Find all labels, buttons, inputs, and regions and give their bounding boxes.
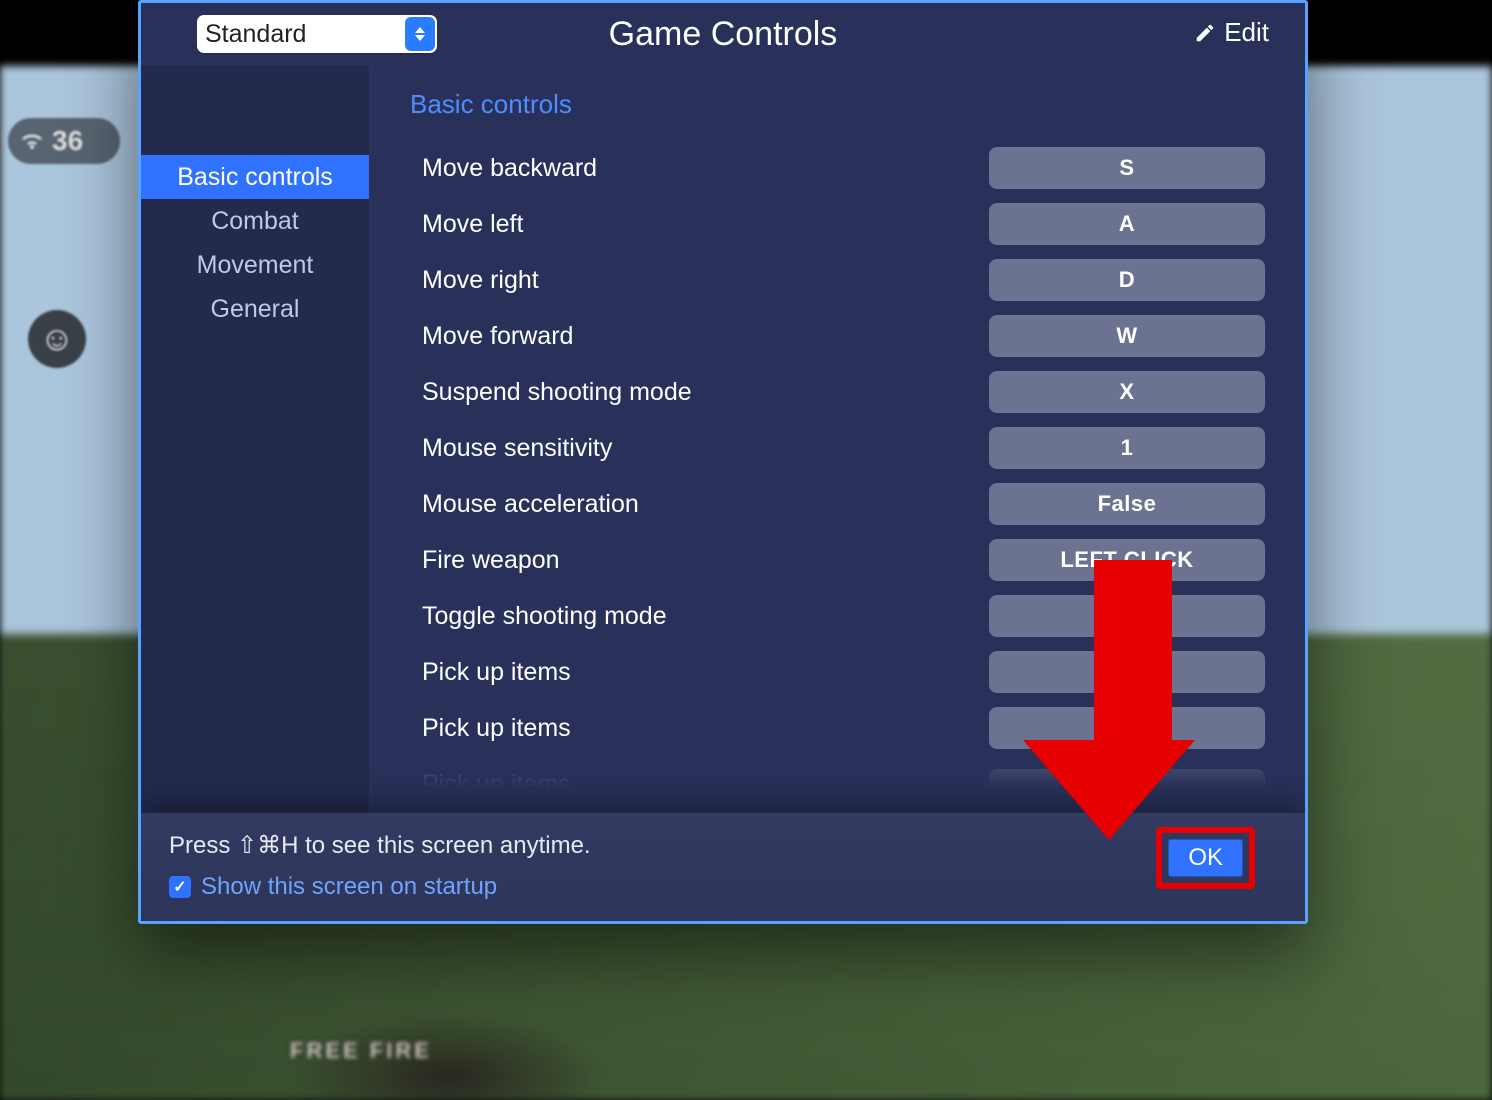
binding-key[interactable]: W <box>989 315 1265 357</box>
show-on-startup-label: Show this screen on startup <box>201 870 497 905</box>
binding-row: Suspend shooting modeX <box>404 364 1265 420</box>
sidebar-item-label: Basic controls <box>177 163 333 192</box>
viewport: 36 ☺ FREE FIRE Standard Game Controls Ed… <box>0 0 1492 1100</box>
bindings-list: Move backwardS Move leftA Move rightD Mo… <box>404 140 1265 812</box>
binding-key[interactable]: LEFT CLICK <box>989 539 1265 581</box>
footer-left: Press ⇧⌘H to see this screen anytime. ✓ … <box>169 829 591 905</box>
binding-label: Move left <box>404 210 989 239</box>
binding-row: Pick up itemsH <box>404 644 1265 700</box>
dialog-body: Basic controls Combat Movement General B… <box>141 65 1305 812</box>
main-panel: Basic controls Move backwardS Move leftA… <box>370 65 1305 812</box>
character-caption: FREE FIRE <box>290 1038 432 1064</box>
shortcut-hint: Press ⇧⌘H to see this screen anytime. <box>169 829 591 864</box>
tab-movement[interactable]: Movement <box>141 243 369 287</box>
annotation-highlight: OK <box>1156 827 1255 889</box>
binding-label: Mouse acceleration <box>404 490 989 519</box>
binding-label: Fire weapon <box>404 546 989 575</box>
binding-row: Move forwardW <box>404 308 1265 364</box>
binding-label: Move forward <box>404 322 989 351</box>
binding-key[interactable]: F1 <box>989 595 1265 637</box>
binding-label: Mouse sensitivity <box>404 434 989 463</box>
scroll-fade <box>404 754 1265 812</box>
binding-label: Toggle shooting mode <box>404 602 989 631</box>
binding-key[interactable]: False <box>989 483 1265 525</box>
edit-button-label: Edit <box>1224 17 1269 48</box>
binding-row: Mouse sensitivity1 <box>404 420 1265 476</box>
wifi-icon <box>20 131 44 151</box>
sidebar-item-label: Movement <box>197 251 314 280</box>
edit-button[interactable]: Edit <box>1194 17 1269 48</box>
binding-key[interactable]: A <box>989 203 1265 245</box>
wifi-indicator: 36 <box>8 118 120 164</box>
binding-label: Suspend shooting mode <box>404 378 989 407</box>
wifi-text: 36 <box>52 125 83 157</box>
dialog-footer: Press ⇧⌘H to see this screen anytime. ✓ … <box>141 812 1305 921</box>
binding-key[interactable]: H <box>989 651 1265 693</box>
dialog-title: Game Controls <box>141 15 1305 54</box>
binding-label: Pick up items <box>404 658 989 687</box>
binding-row: Toggle shooting modeF1 <box>404 588 1265 644</box>
binding-label: Move backward <box>404 154 989 183</box>
binding-key[interactable]: D <box>989 259 1265 301</box>
dialog-header: Standard Game Controls Edit <box>141 3 1305 65</box>
binding-row: Mouse accelerationFalse <box>404 476 1265 532</box>
binding-label: Move right <box>404 266 989 295</box>
binding-row: Move backwardS <box>404 140 1265 196</box>
ok-button[interactable]: OK <box>1168 839 1243 877</box>
game-controls-dialog: Standard Game Controls Edit Basic contro… <box>138 0 1308 924</box>
tab-basic-controls[interactable]: Basic controls <box>141 155 369 199</box>
pencil-icon <box>1194 22 1216 44</box>
emoji-button[interactable]: ☺ <box>28 310 86 368</box>
binding-row: Fire weaponLEFT CLICK <box>404 532 1265 588</box>
binding-key[interactable]: 1 <box>989 427 1265 469</box>
binding-label: Pick up items <box>404 714 989 743</box>
binding-row: Pick up itemsG <box>404 700 1265 756</box>
sidebar: Basic controls Combat Movement General <box>141 65 370 812</box>
binding-key[interactable]: S <box>989 147 1265 189</box>
show-on-startup-option[interactable]: ✓ Show this screen on startup <box>169 870 591 905</box>
section-title: Basic controls <box>410 89 1265 120</box>
binding-key[interactable]: G <box>989 707 1265 749</box>
checkbox-checked-icon: ✓ <box>169 876 191 898</box>
tab-combat[interactable]: Combat <box>141 199 369 243</box>
binding-row: Move leftA <box>404 196 1265 252</box>
binding-row: Move rightD <box>404 252 1265 308</box>
tab-general[interactable]: General <box>141 287 369 331</box>
sidebar-item-label: Combat <box>211 207 299 236</box>
sidebar-item-label: General <box>211 295 300 324</box>
binding-key[interactable]: X <box>989 371 1265 413</box>
